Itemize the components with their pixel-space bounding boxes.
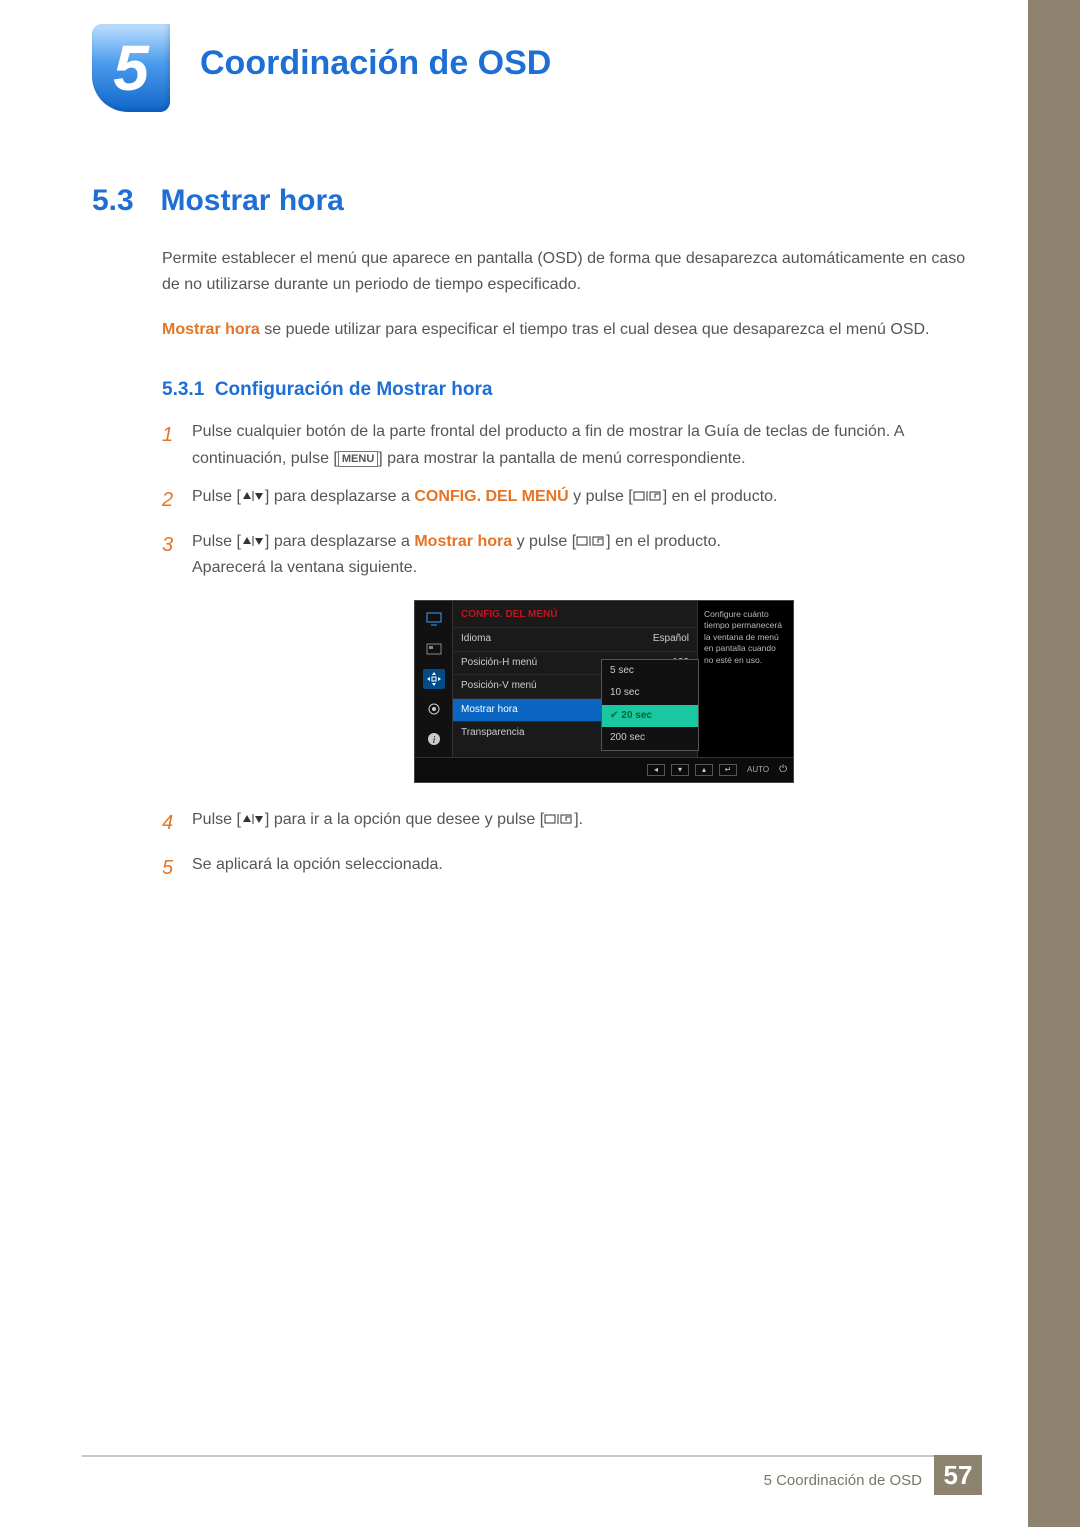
step-body: Pulse [] para desplazarse a Mostrar hora… [192,529,972,795]
up-down-icon [241,813,265,825]
source-enter-icon [576,535,606,547]
subsection-heading: 5.3.1 Configuración de Mostrar hora [162,379,972,401]
up-down-icon [241,490,265,502]
power-icon: ⏻ [779,762,787,779]
step-number: 2 [162,484,192,517]
intro-rest: se puede utilizar para especificar el ti… [260,321,930,338]
osd-side-icons: i [415,601,453,757]
step-number: 1 [162,419,192,472]
step-body: Pulse cualquier botón de la parte fronta… [192,419,972,472]
osd-option: 10 sec [602,682,698,705]
osd-window: i CONFIG. DEL MENÚ IdiomaEspañol Posició… [414,600,794,784]
menu-button-label: MENU [338,451,378,467]
steps-list: 1 Pulse cualquier botón de la parte fron… [162,419,972,885]
osd-option: 200 sec [602,727,698,750]
step-body: Pulse [] para ir a la opción que desee y… [192,807,972,840]
auto-label: AUTO [743,763,773,776]
step-body: Pulse [] para desplazarse a CONFIG. DEL … [192,484,972,517]
footer-text: 5 Coordinación de OSD [764,1464,934,1489]
left-icon: ◂ [647,764,665,776]
page-content: 5.3 Mostrar hora Permite establecer el m… [92,184,972,897]
osd-row-idioma: IdiomaEspañol [453,627,697,651]
source-enter-icon [544,813,574,825]
monitor-icon [423,609,445,629]
osd-bottom-bar: ◂ ▾ ▴ ↵ AUTO ⏻ [415,757,793,783]
intro-paragraph-2: Mostrar hora se puede utilizar para espe… [162,317,972,343]
step-5: 5 Se aplicará la opción seleccionada. [162,852,972,885]
step-2: 2 Pulse [] para desplazarse a CONFIG. DE… [162,484,972,517]
step-number: 5 [162,852,192,885]
up-down-icon [241,535,265,547]
osd-option-selected: ✔20 sec [602,705,698,728]
step-number: 4 [162,807,192,840]
svg-text:i: i [432,735,435,746]
subsection-number: 5.3.1 [162,379,204,400]
step-number: 3 [162,529,192,795]
source-enter-icon [633,490,663,502]
up-icon: ▴ [695,764,713,776]
chapter-number-badge: 5 [92,24,170,112]
osd-header: CONFIG. DEL MENÚ [453,601,697,628]
right-decorative-band [1028,0,1080,1527]
chapter-number: 5 [113,31,149,105]
subsection-title: Configuración de Mostrar hora [215,379,493,400]
section-number: 5.3 [92,184,156,218]
step-1: 1 Pulse cualquier botón de la parte fron… [162,419,972,472]
gear-icon [423,699,445,719]
step-3: 3 Pulse [] para desplazarse a Mostrar ho… [162,529,972,795]
check-icon: ✔ [610,710,618,721]
step-4: 4 Pulse [] para ir a la opción que desee… [162,807,972,840]
osd-dropdown: 5 sec 10 sec ✔20 sec 200 sec [601,659,699,751]
section-heading: 5.3 Mostrar hora [92,184,972,218]
picture-icon [423,639,445,659]
intro-paragraph-1: Permite establecer el menú que aparece e… [162,246,972,299]
section-title: Mostrar hora [160,184,343,217]
info-icon: i [423,729,445,749]
footer-page-number: 57 [934,1455,982,1495]
down-icon: ▾ [671,764,689,776]
move-icon [423,669,445,689]
intro-term: Mostrar hora [162,321,260,338]
step-body: Se aplicará la opción seleccionada. [192,852,972,885]
page-footer: 5 Coordinación de OSD 57 [82,1455,982,1495]
enter-icon: ↵ [719,764,737,776]
chapter-title: Coordinación de OSD [200,44,551,83]
osd-option: 5 sec [602,660,698,683]
osd-help-text: Configure cuánto tiempo permanecerá la v… [697,601,793,757]
